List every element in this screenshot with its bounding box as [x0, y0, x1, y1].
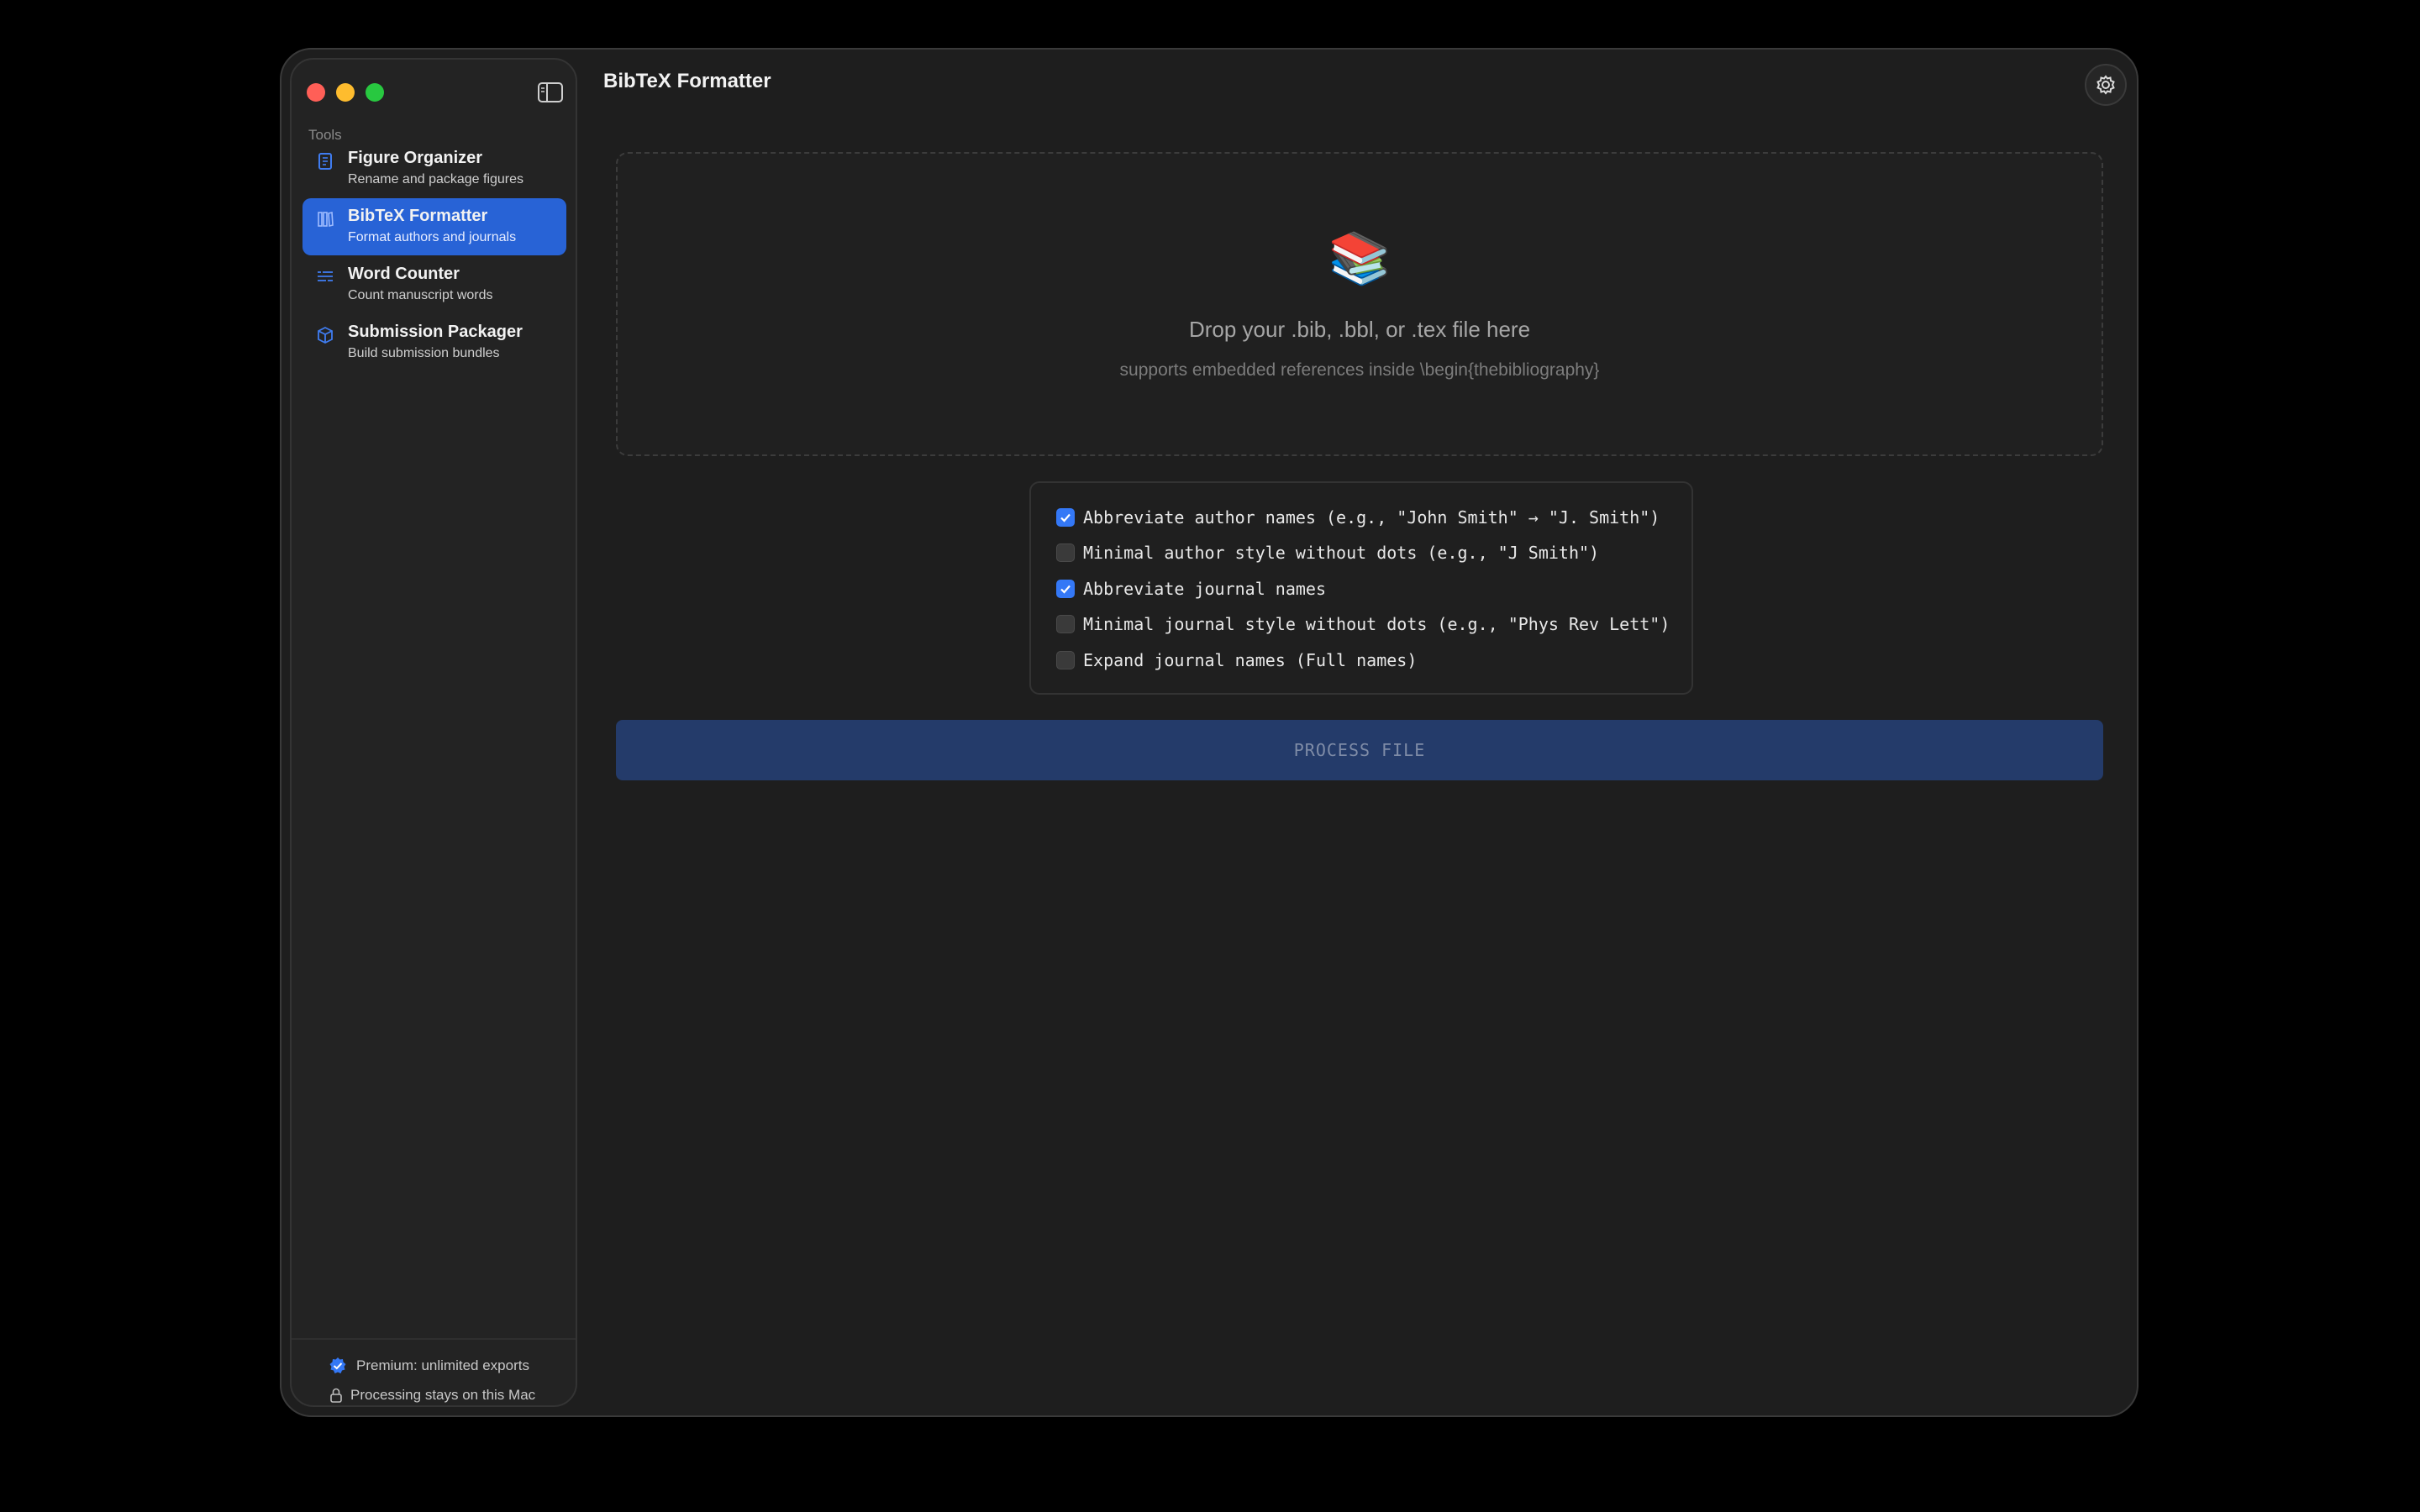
sidebar-item-bibtex-formatter[interactable]: BibTeX Formatter Format authors and jour…	[302, 198, 566, 255]
checkbox-unchecked[interactable]	[1056, 615, 1075, 633]
checkbox-checked[interactable]	[1056, 580, 1075, 598]
checkmark-icon	[1060, 513, 1071, 522]
sidebar-item-title: BibTeX Formatter	[348, 207, 488, 225]
privacy-note: Processing stays on this Mac	[350, 1387, 536, 1403]
premium-status: Premium: unlimited exports	[356, 1357, 529, 1373]
option-label: Minimal journal style without dots (e.g.…	[1083, 614, 1670, 634]
file-dropzone[interactable]: 📚 Drop your .bib, .bbl, or .tex file her…	[616, 152, 2103, 456]
verified-badge-icon	[329, 1357, 346, 1373]
option-label: Expand journal names (Full names)	[1083, 650, 1418, 670]
dropzone-subtitle: supports embedded references inside \beg…	[1119, 360, 1600, 380]
option-label: Abbreviate journal names	[1083, 579, 1326, 599]
sidebar-item-subtitle: Count manuscript words	[348, 288, 493, 302]
app-window: Tools Figure Organizer Rename and packag…	[280, 48, 2139, 1417]
option-abbreviate-journals[interactable]: Abbreviate journal names	[1056, 576, 1326, 601]
option-label: Abbreviate author names (e.g., "John Smi…	[1083, 507, 1660, 528]
gear-icon	[2096, 75, 2115, 95]
checkbox-checked[interactable]	[1056, 508, 1075, 527]
option-minimal-author-style[interactable]: Minimal author style without dots (e.g.,…	[1056, 540, 1599, 565]
lock-icon	[330, 1388, 342, 1403]
minimize-window-button[interactable]	[336, 83, 355, 102]
sidebar-item-title: Word Counter	[348, 265, 460, 283]
settings-button[interactable]	[2085, 64, 2127, 106]
option-minimal-journal-style[interactable]: Minimal journal style without dots (e.g.…	[1056, 612, 1670, 637]
sidebar-item-subtitle: Format authors and journals	[348, 230, 517, 244]
text-lines-icon	[318, 271, 333, 281]
format-options-panel: Abbreviate author names (e.g., "John Smi…	[1029, 481, 1693, 695]
checkmark-icon	[1060, 585, 1071, 594]
sidebar-footer-divider	[292, 1338, 576, 1340]
sidebar-item-title: Figure Organizer	[348, 149, 483, 167]
books-emoji-icon: 📚	[1328, 230, 1392, 286]
close-window-button[interactable]	[307, 83, 325, 102]
books-icon	[318, 211, 334, 228]
checkbox-unchecked[interactable]	[1056, 543, 1075, 562]
sidebar-item-title: Submission Packager	[348, 323, 523, 341]
dropzone-title: Drop your .bib, .bbl, or .tex file here	[1188, 317, 1531, 342]
sidebar-toggle-icon[interactable]	[537, 81, 564, 103]
sidebar-item-subtitle: Build submission bundles	[348, 346, 500, 360]
checkbox-unchecked[interactable]	[1056, 651, 1075, 669]
document-icon	[318, 153, 332, 170]
page-title: BibTeX Formatter	[603, 70, 771, 92]
zoom-window-button[interactable]	[366, 83, 384, 102]
process-file-button[interactable]: PROCESS FILE	[616, 720, 2103, 780]
sidebar-item-subtitle: Rename and package figures	[348, 172, 524, 186]
sidebar: Tools Figure Organizer Rename and packag…	[290, 58, 577, 1407]
option-expand-journals[interactable]: Expand journal names (Full names)	[1056, 648, 1417, 673]
sidebar-item-figure-organizer[interactable]: Figure Organizer Rename and package figu…	[302, 140, 566, 197]
sidebar-item-word-counter[interactable]: Word Counter Count manuscript words	[302, 256, 566, 313]
cube-icon	[318, 326, 333, 344]
option-abbreviate-authors[interactable]: Abbreviate author names (e.g., "John Smi…	[1056, 505, 1660, 530]
option-label: Minimal author style without dots (e.g.,…	[1083, 543, 1600, 563]
sidebar-item-submission-packager[interactable]: Submission Packager Build submission bun…	[302, 314, 566, 371]
